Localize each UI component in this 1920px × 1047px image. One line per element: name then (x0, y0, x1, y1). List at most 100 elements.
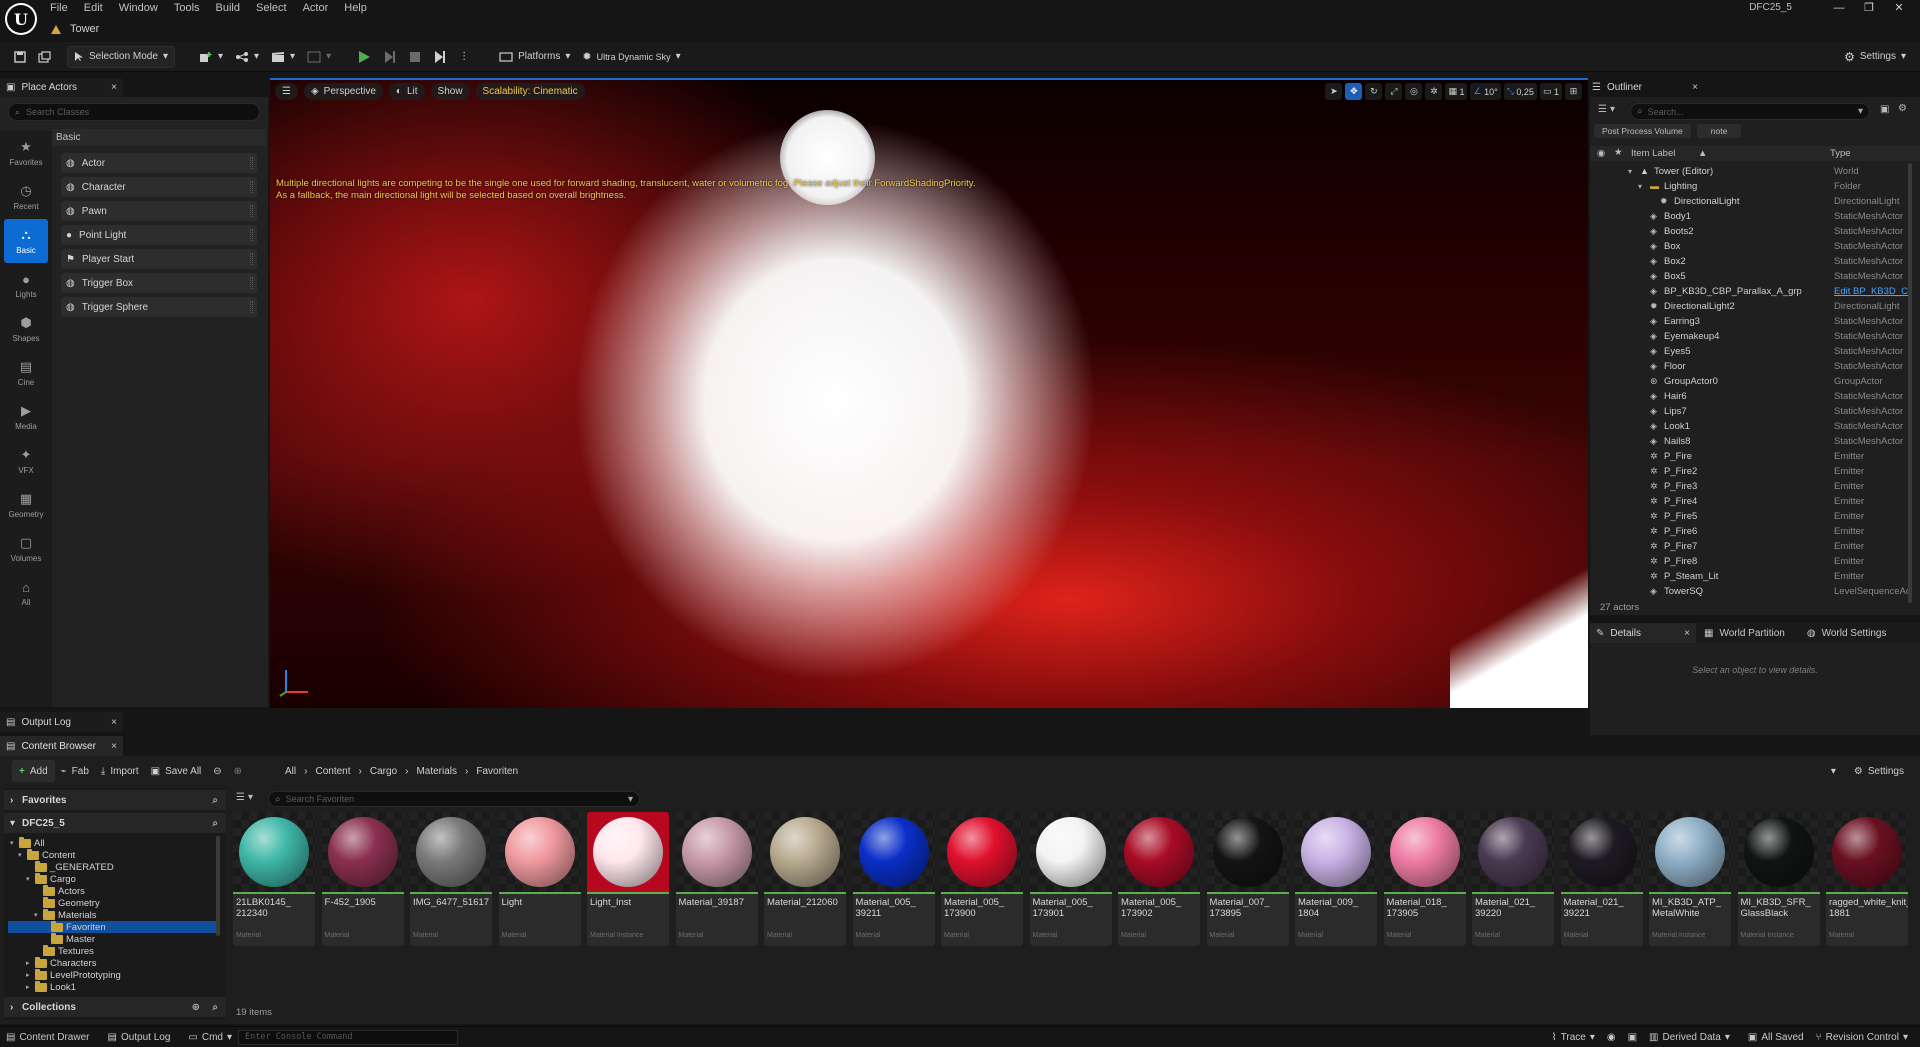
content-browser-tab[interactable]: ▤ Content Browser × (0, 736, 123, 756)
outliner-row[interactable]: ◈ Eyes5 StaticMeshActor (1590, 344, 1910, 359)
world-space-icon[interactable]: ◎ (1405, 83, 1423, 100)
unreal-logo-icon[interactable]: U (5, 3, 37, 35)
asset-tile[interactable]: ragged_white_knit_ 1881 Material (1826, 812, 1908, 946)
cinematics-button[interactable]: ▾ (265, 46, 301, 68)
maximize-button[interactable]: ❐ (1854, 0, 1884, 16)
close-tab-icon[interactable]: × (1684, 628, 1690, 639)
menu-select[interactable]: Select (248, 0, 295, 16)
path-dropdown[interactable]: ▾ (1825, 760, 1842, 782)
scalability-button[interactable]: Scalability: Cinematic (475, 83, 585, 100)
platforms-dropdown[interactable]: Platforms ▾ (493, 46, 576, 68)
outliner-row[interactable]: ✲ P_Fire8 Emitter (1590, 554, 1910, 569)
outliner-row[interactable]: ◈ Boots2 StaticMeshActor (1590, 224, 1910, 239)
translate-tool-icon[interactable]: ✥ (1345, 83, 1363, 100)
viewport-menu-button[interactable]: ☰ (275, 83, 298, 100)
chevron-right-icon[interactable]: ▸ (26, 959, 32, 967)
tab-world-partition[interactable]: ▦ World Partition (1704, 628, 1785, 639)
drag-handle-icon[interactable] (250, 205, 253, 217)
save-all-button[interactable]: ▣ Save All (145, 760, 208, 782)
outliner-row[interactable]: ◈ Body1 StaticMeshActor (1590, 209, 1910, 224)
actor-item-player-start[interactable]: ⚑ Player Start (61, 249, 257, 269)
asset-tile[interactable]: IMG_6477_51617 Material (410, 812, 492, 946)
filter-chip[interactable]: note (1696, 124, 1742, 138)
tree-folder-favoriten[interactable]: Favoriten (42, 920, 106, 933)
asset-tile[interactable]: Material_005_ 39211 Material (852, 812, 935, 946)
outliner-row[interactable]: ◈ Floor StaticMeshActor (1590, 359, 1910, 374)
outliner-row[interactable]: ✲ P_Fire2 Emitter (1590, 464, 1910, 479)
search-icon[interactable]: ⌕ (212, 1002, 218, 1013)
project-header[interactable]: ▾ DFC25_5 ⌕ (4, 813, 226, 833)
revision-control-button[interactable]: ⑂ Revision Control ▾ (1810, 1027, 1914, 1047)
asset-tile[interactable]: Material_005_ 173900 Material (941, 812, 1023, 946)
selection-mode-dropdown[interactable]: Selection Mode ▾ (67, 45, 175, 68)
show-button[interactable]: Show (430, 83, 470, 100)
rail-recent[interactable]: ◷ Recent (0, 175, 52, 219)
collections-header[interactable]: › Collections ⊕ ⌕ (4, 997, 226, 1017)
chevron-down-icon[interactable]: ▾ (10, 839, 16, 847)
modes-button[interactable]: ▾ (301, 46, 337, 68)
outliner-row[interactable]: ◈ Eyemakeup4 StaticMeshActor (1590, 329, 1910, 344)
asset-tile[interactable]: MI_KB3D_ATP_ MetalWhite Material Instance (1649, 812, 1731, 946)
import-button[interactable]: ⤓ Import (95, 760, 145, 782)
cmd-dropdown[interactable]: ▭ Cmd ▾ (182, 1027, 238, 1047)
fab-button[interactable]: ⌁ Fab (55, 760, 95, 782)
rail-lights[interactable]: ● Lights (0, 263, 52, 307)
rail-favorites[interactable]: ★ Favorites (0, 131, 52, 175)
tree-scrollbar[interactable] (216, 836, 220, 936)
all-saved-button[interactable]: ▣ All Saved (1742, 1027, 1810, 1047)
asset-tile[interactable]: Material_021_ 39221 Material (1560, 812, 1643, 946)
rail-shapes[interactable]: ⬢ Shapes (0, 307, 52, 351)
tab-details[interactable]: ✎ Details × (1590, 623, 1696, 643)
console-command-input[interactable]: Enter Console Command (238, 1029, 459, 1045)
breadcrumb-item[interactable]: Cargo (370, 766, 397, 777)
outliner-row[interactable]: ◈ TowerSQ LevelSequenceActor (1590, 584, 1910, 599)
filter-button[interactable]: ☰ ▾ (1598, 104, 1615, 115)
actor-item-actor[interactable]: ◍ Actor (61, 153, 257, 173)
asset-tile[interactable]: MI_KB3D_SFR_ GlassBlack Material Instance (1737, 812, 1820, 946)
minimize-button[interactable]: — (1824, 0, 1854, 16)
asset-tile[interactable]: Material_021_ 39220 Material (1472, 812, 1554, 946)
menu-file[interactable]: File (42, 0, 76, 16)
tree-folder-characters[interactable]: ▸ Characters (26, 956, 96, 969)
outliner-row[interactable]: ✲ P_Fire Emitter (1590, 449, 1910, 464)
outliner-row[interactable]: ✹ DirectionalLight2 DirectionalLight (1590, 299, 1910, 314)
asset-search-input[interactable]: ⌕ Search Favoriten ▾ (268, 791, 640, 807)
chevron-right-icon[interactable]: ▸ (26, 983, 32, 991)
outliner-row[interactable]: ✲ P_Fire5 Emitter (1590, 509, 1910, 524)
asset-tile[interactable]: Material_005_ 173902 Material (1118, 812, 1200, 946)
derived-data-button[interactable]: ▥ Derived Data ▾ (1643, 1027, 1736, 1047)
play-options-icon[interactable]: ⋮ (453, 46, 475, 68)
camera-speed-button[interactable]: ▭ 1 (1539, 83, 1562, 100)
asset-filter-button[interactable]: ☰ ▾ (236, 792, 253, 803)
close-tab-icon[interactable]: × (1692, 82, 1698, 93)
outliner-row[interactable]: ▾ ▬ Lighting Folder (1590, 179, 1910, 194)
content-drawer-button[interactable]: ▤ Content Drawer (0, 1027, 95, 1047)
edit-blueprint-link[interactable]: Edit BP_KB3D_CBP (1834, 286, 1910, 297)
rotate-tool-icon[interactable]: ↻ (1365, 83, 1383, 100)
level-tab[interactable]: Tower (50, 20, 99, 38)
asset-tile[interactable]: Material_007_ 173895 Material (1206, 812, 1289, 946)
camera-capture-icon[interactable]: ▣ (1622, 1027, 1643, 1047)
close-tab-icon[interactable]: × (111, 82, 117, 93)
asset-tile[interactable]: Material_018_ 173905 Material (1383, 812, 1466, 946)
eject-button[interactable] (427, 46, 453, 68)
outliner-row[interactable]: ✲ P_Fire6 Emitter (1590, 524, 1910, 539)
close-tab-icon[interactable]: × (111, 741, 117, 752)
rail-cine[interactable]: ▤ Cine (0, 351, 52, 395)
stop-button[interactable] (403, 46, 427, 68)
tree-folder-geometry[interactable]: Geometry (34, 896, 100, 909)
chevron-down-icon[interactable]: ▾ (18, 851, 24, 859)
select-tool-icon[interactable]: ➤ (1325, 83, 1343, 100)
menu-help[interactable]: Help (336, 0, 375, 16)
asset-tile[interactable]: Material_009_ 1804 Material (1295, 812, 1377, 946)
drag-handle-icon[interactable] (250, 253, 253, 265)
browse-level-icon[interactable] (32, 46, 57, 68)
item-label-column[interactable]: Item Label (1631, 148, 1675, 159)
tree-folder-master[interactable]: Master (42, 932, 95, 945)
outliner-row[interactable]: ✲ P_Fire3 Emitter (1590, 479, 1910, 494)
outliner-row[interactable]: ◈ BP_KB3D_CBP_Parallax_A_grp Edit BP_KB3D_… (1590, 284, 1910, 299)
asset-tile[interactable]: F-452_1905 Material (321, 812, 404, 946)
cb-settings-button[interactable]: ⚙ Settings (1848, 760, 1910, 782)
settings-dropdown[interactable]: ⚙ Settings ▾ (1838, 46, 1912, 68)
sky-dropdown[interactable]: ✹ Ultra Dynamic Sky ▾ (576, 46, 686, 68)
